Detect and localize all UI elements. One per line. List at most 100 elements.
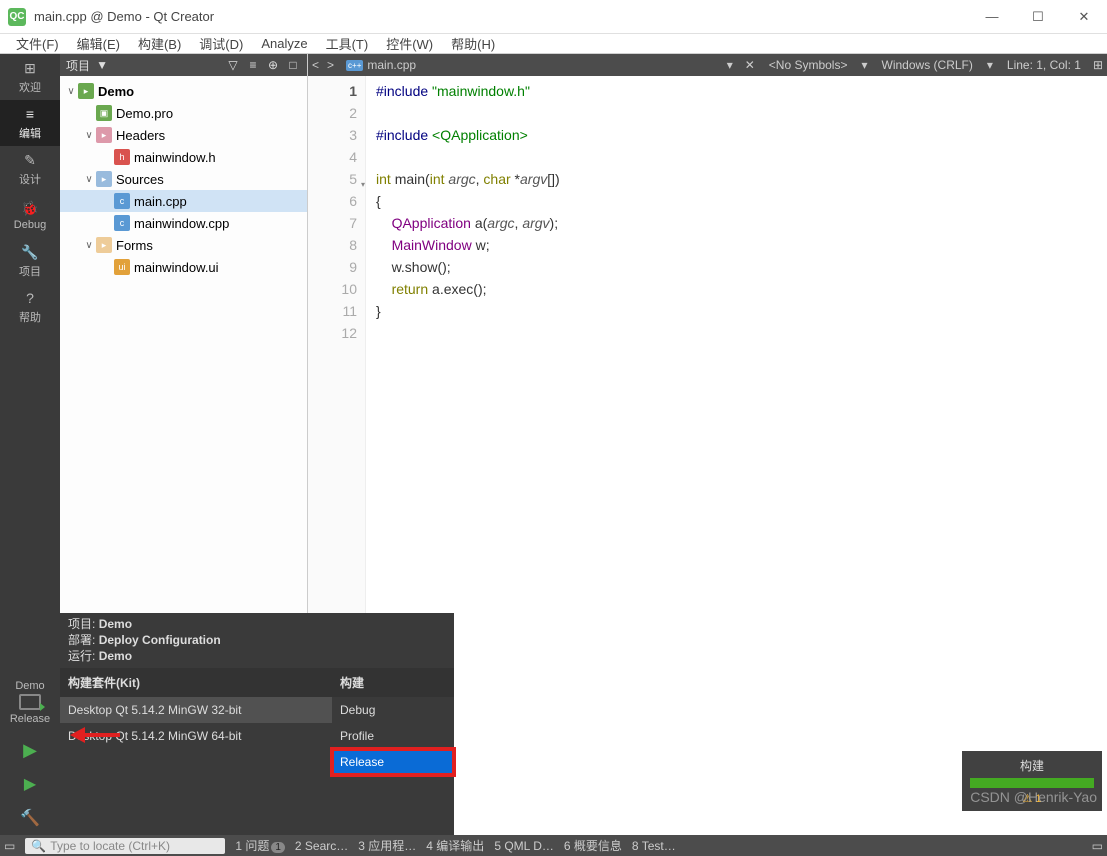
target-config: Release [0,712,60,727]
project-dropdown-icon[interactable]: ▼ [94,58,110,72]
tree-item-Demo-pro[interactable]: ▣ Demo.pro [60,102,307,124]
cpp-icon: c [114,215,130,231]
menu-debug[interactable]: 调试(D) [191,32,251,55]
target-project: Demo [0,679,60,694]
h-icon: h [114,149,130,165]
mode-design[interactable]: ✎设计 [0,146,60,192]
annotation-arrow [65,725,120,745]
nav-forward-button[interactable]: > [323,58,338,72]
folder-h-icon: ▸ [96,127,112,143]
tree-label: Forms [116,238,153,253]
build-profile[interactable]: Profile [332,723,454,749]
sb-test[interactable]: 8 Test… [632,839,676,853]
tree-item-Headers[interactable]: ∨▸ Headers [60,124,307,146]
sync-icon[interactable]: ≡ [245,58,261,72]
minimize-button[interactable]: — [969,0,1015,34]
tree-item-mainwindow-h[interactable]: h mainwindow.h [60,146,307,168]
editor-close-button[interactable]: ✕ [739,58,761,72]
maximize-button[interactable]: ☐ [1015,0,1061,34]
ui-icon: ui [114,259,130,275]
kit-row-0[interactable]: Desktop Qt 5.14.2 MinGW 32-bit Debug [60,697,454,723]
tree-label: mainwindow.ui [134,260,219,275]
menu-window[interactable]: 控件(W) [378,32,441,55]
mode-projects[interactable]: 🔧项目 [0,238,60,284]
editor-toolbar: < > c++ main.cpp ▾ ✕ <No Symbols> ▾ Wind… [308,54,1107,76]
sb-compile-output[interactable]: 4 编译输出 [426,837,484,854]
editor-file-selector[interactable]: c++ main.cpp [338,58,424,72]
build-button[interactable]: 🔨 [0,801,60,835]
menu-help[interactable]: 帮助(H) [443,32,503,55]
sb-issues[interactable]: 1 问题1 [235,837,285,854]
window-title: main.cpp @ Demo - Qt Creator [34,9,969,24]
hammer-icon: 🔨 [20,808,40,828]
app-icon: QC [8,8,26,26]
tree-item-mainwindow-ui[interactable]: ui mainwindow.ui [60,256,307,278]
encoding-dropdown-icon[interactable]: ▾ [981,58,999,72]
cursor-position[interactable]: Line: 1, Col: 1 [999,58,1089,72]
symbols-dropdown-icon[interactable]: ▾ [855,58,873,72]
menu-build[interactable]: 构建(B) [130,32,189,55]
toast-title: 构建 [970,757,1094,774]
tree-label: Sources [116,172,164,187]
mode-welcome[interactable]: ⊞欢迎 [0,54,60,100]
locator-input[interactable]: 🔍 Type to locate (Ctrl+K) [25,838,225,854]
tree-item-mainwindow-cpp[interactable]: cmainwindow.cpp [60,212,307,234]
close-button[interactable]: ✕ [1061,0,1107,34]
tree-item-Forms[interactable]: ∨▸Forms [60,234,307,256]
target-selector[interactable]: Demo Release [0,673,60,733]
symbols-selector[interactable]: <No Symbols> [761,58,856,72]
chevron-icon[interactable]: ∨ [64,86,78,97]
mode-debug[interactable]: 🐞Debug [0,192,60,238]
tree-label: Headers [116,128,165,143]
code-content[interactable]: #include "mainwindow.h" #include <QAppli… [366,76,1107,835]
play-icon: ▶ [23,740,37,761]
run-debug-button[interactable]: ▶ [0,767,60,801]
pro-icon: ▣ [96,105,112,121]
sb-qml-debug[interactable]: 5 QML D… [494,839,554,853]
popup-info: 项目: Demo 部署: Deploy Configuration 运行: De… [60,613,454,664]
wrench-icon: 🔧 [21,243,39,261]
sb-app-output[interactable]: 3 应用程… [358,837,416,854]
editor-split-button[interactable]: ⊞ [1089,58,1107,72]
menu-tools[interactable]: 工具(T) [318,32,377,55]
tree-label: mainwindow.h [134,150,216,165]
kit-32bit[interactable]: Desktop Qt 5.14.2 MinGW 32-bit [60,697,332,723]
sb-sidebar-toggle[interactable]: ▭ [1092,839,1103,853]
fold-icon[interactable]: ▾ [361,174,365,196]
sb-search[interactable]: 2 Searc… [295,839,348,853]
kit-row-2[interactable]: Release [60,749,454,775]
menu-file[interactable]: 文件(F) [8,32,67,55]
titlebar: QC main.cpp @ Demo - Qt Creator — ☐ ✕ [0,0,1107,34]
line-ending-selector[interactable]: Windows (CRLF) [874,58,981,72]
nav-back-button[interactable]: < [308,58,323,72]
chevron-icon[interactable]: ∨ [82,240,96,251]
mode-help[interactable]: ?帮助 [0,284,60,330]
run-button[interactable]: ▶ [0,733,60,767]
window-controls: — ☐ ✕ [969,0,1107,34]
output-toggle-icon[interactable]: ▭ [4,839,15,853]
statusbar: ▭ 🔍 Type to locate (Ctrl+K) 1 问题1 2 Sear… [0,835,1107,856]
sb-general[interactable]: 6 概要信息 [564,837,622,854]
build-progress-toast[interactable]: 构建 ⚠ 1 [962,751,1102,811]
add-icon[interactable]: ⊕ [265,58,281,72]
chevron-icon[interactable]: ∨ [82,130,96,141]
menu-analyze[interactable]: Analyze [253,34,315,53]
split-icon[interactable]: □ [285,58,301,72]
build-debug[interactable]: Debug [332,697,454,723]
mode-rail: ⊞欢迎 ≡编辑 ✎设计 🐞Debug 🔧项目 ?帮助 Demo Release … [0,54,60,835]
editor-file-dropdown[interactable]: ▾ [721,58,739,72]
pencil-icon: ✎ [21,151,39,169]
filter-icon[interactable]: ▽ [225,58,241,72]
tree-item-Demo[interactable]: ∨▸Demo [60,80,307,102]
chevron-icon[interactable]: ∨ [82,174,96,185]
menu-edit[interactable]: 编辑(E) [69,32,128,55]
mode-edit[interactable]: ≡编辑 [0,100,60,146]
kit-header: 构建套件(Kit) [60,668,332,697]
progress-bar [970,778,1094,788]
folder-c-icon: ▸ [96,171,112,187]
tree-label: Demo.pro [116,106,173,121]
build-release[interactable]: Release [332,749,454,775]
tree-item-Sources[interactable]: ∨▸ Sources [60,168,307,190]
locator-placeholder: Type to locate (Ctrl+K) [50,839,170,853]
tree-item-main-cpp[interactable]: cmain.cpp [60,190,307,212]
